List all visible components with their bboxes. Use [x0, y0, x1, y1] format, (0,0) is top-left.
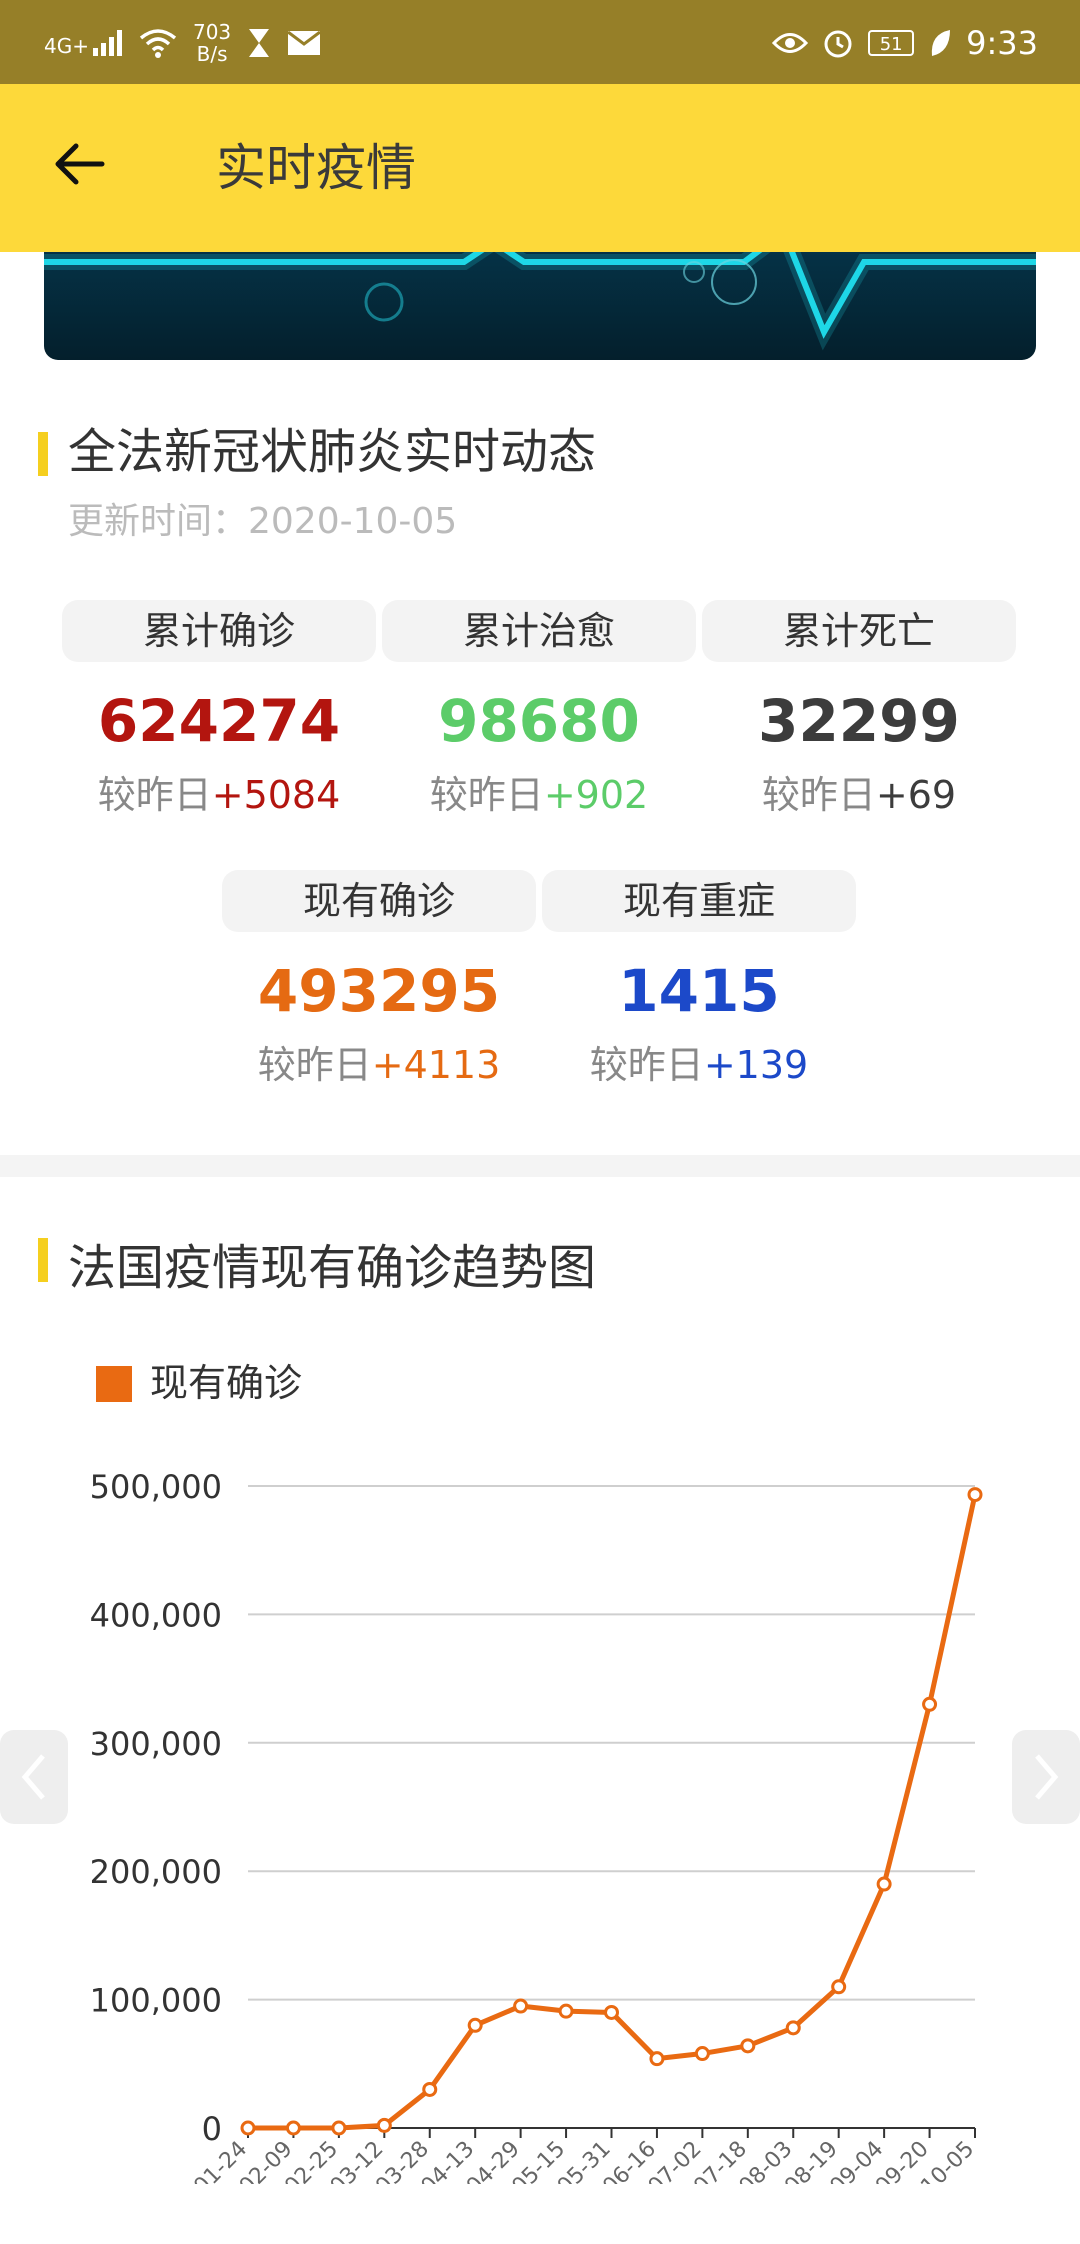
data-point	[649, 2051, 665, 2067]
data-point	[831, 1979, 847, 1995]
stat-delta-current-severe: 较昨日+139	[542, 1040, 856, 1090]
page-title: 实时疫情	[216, 139, 416, 197]
data-point	[558, 2003, 574, 2019]
data-point	[967, 1487, 983, 1503]
network-type: 4G+	[44, 34, 89, 58]
clock: 9:33	[966, 24, 1038, 62]
y-tick-label: 400,000	[90, 1596, 222, 1634]
stat-delta-cumulative-confirmed: 较昨日+5084	[62, 770, 376, 820]
data-point	[240, 2120, 256, 2136]
delta-prefix: 较昨日	[97, 773, 212, 817]
stat-label-cumulative-deaths: 累计死亡	[702, 600, 1016, 662]
data-point	[422, 2081, 438, 2097]
stat-delta-current-confirmed: 较昨日+4113	[222, 1040, 536, 1090]
chevron-left-icon	[21, 1754, 45, 1800]
stat-label-current-confirmed: 现有确诊	[222, 870, 536, 932]
stat-value-current-confirmed: 493295	[257, 957, 501, 1025]
signal-icon: 4G+	[44, 30, 123, 56]
delta-value: +5084	[211, 773, 341, 817]
stat-value-cumulative-recovered: 98680	[438, 687, 640, 755]
data-point	[467, 2017, 483, 2033]
delta-value: +4113	[371, 1043, 501, 1087]
section-accent-bar	[38, 432, 48, 476]
stat-value-current-severe: 1415	[618, 957, 780, 1025]
leaf-icon	[931, 30, 951, 56]
stat-delta-cumulative-recovered: 较昨日+902	[382, 770, 696, 820]
data-point	[694, 2046, 710, 2062]
wifi-icon	[139, 29, 177, 58]
stat-label-cumulative-confirmed: 累计确诊	[62, 600, 376, 662]
y-tick-label: 200,000	[90, 1853, 222, 1891]
trend-title: 法国疫情现有确诊趋势图	[68, 1240, 597, 1296]
chevron-right-icon	[1035, 1754, 1059, 1800]
section-divider	[0, 1155, 1080, 1177]
legend-label[interactable]: 现有确诊	[150, 1358, 302, 1408]
stat-value-cumulative-deaths: 32299	[758, 687, 960, 755]
status-bar: 4G+ 703 B/s 51 9:33	[0, 0, 1080, 84]
data-point	[922, 1696, 938, 1712]
network-speed: 703 B/s	[193, 21, 231, 65]
y-tick-label: 300,000	[90, 1725, 222, 1763]
data-point	[740, 2038, 756, 2054]
delta-prefix: 较昨日	[589, 1043, 704, 1087]
delta-prefix: 较昨日	[429, 773, 544, 817]
eye-icon	[772, 33, 809, 53]
cell-signal-icon	[92, 30, 122, 56]
delta-prefix: 较昨日	[761, 773, 876, 817]
stat-delta-cumulative-deaths: 较昨日+69	[702, 770, 1016, 820]
update-time: 更新时间：2020-10-05	[68, 501, 458, 542]
series-line	[248, 1494, 978, 2131]
chart-prev-button[interactable]	[0, 1730, 68, 1824]
chart-next-button[interactable]	[1012, 1730, 1080, 1824]
heartbeat-graphic	[44, 252, 1036, 351]
speed-unit: B/s	[196, 42, 228, 66]
data-point	[513, 1998, 529, 2014]
back-button[interactable]	[50, 136, 120, 200]
legend-swatch	[96, 1366, 132, 1402]
back-arrow-icon	[55, 143, 105, 185]
alarm-icon	[824, 30, 852, 58]
banner-image	[44, 252, 1036, 360]
summary-title: 全法新冠状肺炎实时动态	[68, 424, 597, 480]
app-bar: 实时疫情	[0, 84, 1080, 252]
stat-label-current-severe: 现有重症	[542, 870, 856, 932]
stat-label-cumulative-recovered: 累计治愈	[382, 600, 696, 662]
speed-value: 703	[192, 20, 232, 44]
battery-icon: 51	[868, 30, 915, 56]
y-tick-label: 0	[202, 2110, 222, 2148]
data-point	[785, 2020, 801, 2036]
data-point	[285, 2120, 301, 2136]
y-tick-label: 100,000	[90, 1982, 222, 2020]
section-accent-bar	[38, 1238, 48, 1282]
delta-value: +69	[875, 773, 957, 817]
mail-icon	[287, 30, 322, 55]
y-tick-label: 500,000	[90, 1468, 222, 1506]
hourglass-icon	[249, 29, 270, 57]
data-point	[876, 1876, 892, 1892]
delta-prefix: 较昨日	[257, 1043, 372, 1087]
status-right-group: 51 9:33	[772, 18, 1038, 68]
data-point	[376, 2117, 392, 2133]
data-point	[604, 2004, 619, 2020]
status-left-group: 4G+ 703 B/s	[44, 18, 322, 68]
delta-value: +902	[543, 773, 649, 817]
delta-value: +139	[703, 1043, 809, 1087]
stat-value-cumulative-confirmed: 624274	[97, 687, 341, 755]
data-point	[331, 2120, 347, 2136]
trend-chart: 0100,000200,000300,000400,000500,00001-2…	[90, 1468, 983, 2184]
